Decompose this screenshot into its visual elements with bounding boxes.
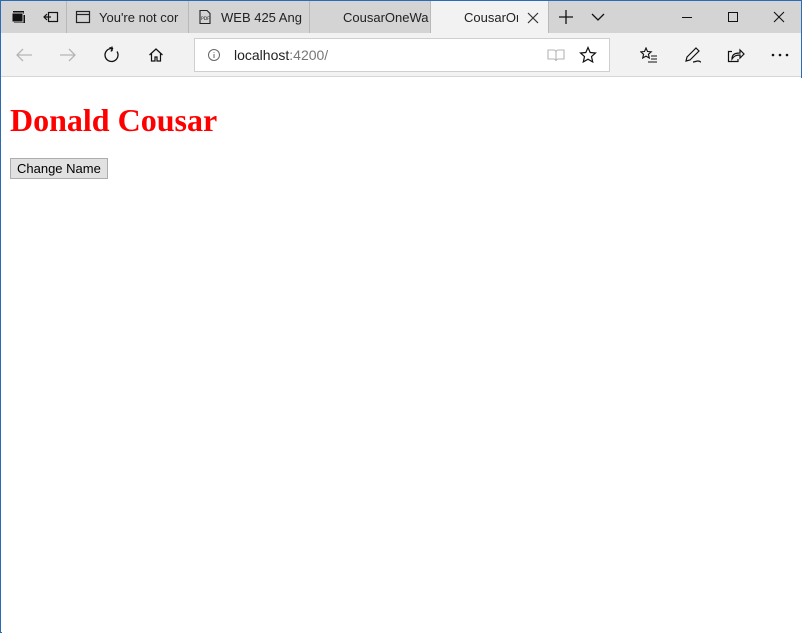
- url-port: :4200/: [289, 47, 329, 63]
- maximize-icon[interactable]: [710, 1, 756, 33]
- close-window-icon[interactable]: [756, 1, 802, 33]
- forward-arrow-icon[interactable]: [46, 33, 90, 77]
- minimize-icon[interactable]: [664, 1, 710, 33]
- pdf-icon: PDF: [197, 9, 213, 25]
- tab-strip: You're not cor PDF WEB 425 Ang CousarOne…: [1, 1, 802, 34]
- tab-manager-icon[interactable]: [3, 1, 35, 33]
- tab-label: CousarOneWa: [343, 9, 429, 25]
- tab-cousaron-active[interactable]: CousarOn: [430, 1, 549, 34]
- refresh-icon[interactable]: [90, 33, 134, 77]
- navigation-toolbar: localhost:4200/: [1, 33, 801, 77]
- back-arrow-icon[interactable]: [2, 33, 46, 77]
- name-heading: Donald Cousar: [10, 102, 218, 138]
- tab-label: You're not cor: [99, 9, 179, 25]
- address-bar[interactable]: localhost:4200/: [194, 38, 610, 72]
- tab-web425[interactable]: PDF WEB 425 Ang: [188, 1, 309, 33]
- change-name-button[interactable]: Change Name: [10, 158, 108, 179]
- tab-cousaronewa[interactable]: CousarOneWa: [309, 1, 430, 33]
- set-aside-tabs-icon[interactable]: [35, 1, 67, 33]
- home-icon[interactable]: [134, 33, 178, 77]
- page-content: Donald Cousar Change Name: [2, 78, 802, 633]
- web-note-pen-icon[interactable]: [671, 33, 715, 77]
- close-tab-icon[interactable]: [522, 7, 544, 29]
- share-icon[interactable]: [714, 33, 758, 77]
- more-options-icon[interactable]: [758, 33, 802, 77]
- url-host: localhost: [234, 47, 290, 63]
- svg-text:PDF: PDF: [201, 16, 210, 22]
- page-icon: [75, 9, 91, 25]
- tab-label: CousarOn: [464, 10, 518, 25]
- reading-view-icon[interactable]: [540, 39, 572, 71]
- url-text[interactable]: localhost:4200/: [234, 47, 328, 63]
- favorite-star-icon[interactable]: [572, 39, 604, 71]
- new-tab-icon[interactable]: [550, 1, 582, 33]
- tab-preview-chevron-down-icon[interactable]: [582, 1, 614, 33]
- tab-not-connected[interactable]: You're not cor: [66, 1, 188, 33]
- site-info-icon[interactable]: [207, 48, 221, 62]
- tab-label: WEB 425 Ang: [221, 9, 302, 25]
- favorites-hub-icon[interactable]: [627, 33, 671, 77]
- browser-window: You're not cor PDF WEB 425 Ang CousarOne…: [0, 0, 802, 633]
